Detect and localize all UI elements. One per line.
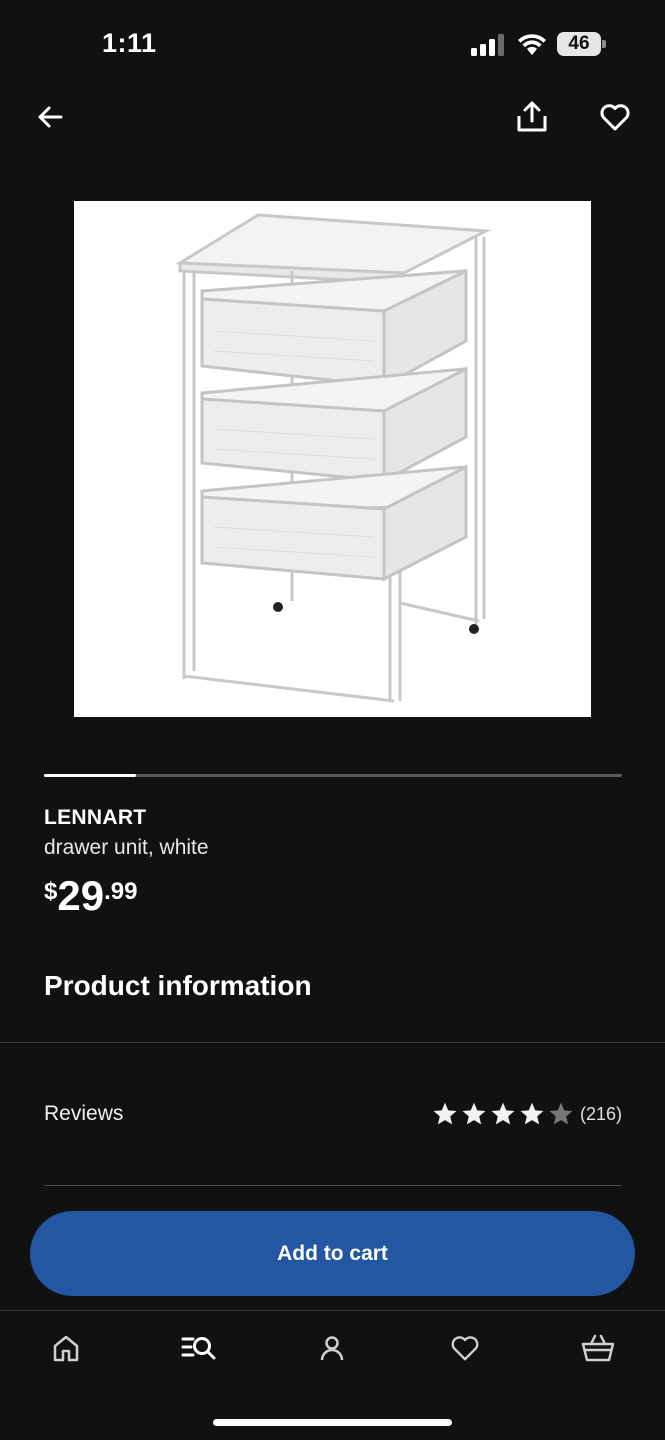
favorite-button[interactable] [593, 95, 637, 139]
tab-profile[interactable] [302, 1325, 362, 1371]
drawer-unit-illustration [175, 213, 492, 703]
tab-favorites[interactable] [435, 1325, 495, 1371]
battery-level: 46 [568, 33, 590, 54]
divider [0, 1042, 665, 1043]
product-name: LENNART [44, 806, 147, 829]
wifi-icon [518, 34, 546, 55]
tab-bar-divider [0, 1310, 665, 1311]
tab-cart[interactable] [568, 1325, 628, 1371]
product-price: $29.99 [44, 872, 137, 920]
back-arrow-icon [38, 106, 63, 128]
product-description: drawer unit, white [44, 836, 209, 859]
product-information-link[interactable]: Product information [44, 970, 312, 1002]
heart-icon [600, 104, 630, 131]
divider [44, 1185, 622, 1186]
star-filled-icon [491, 1102, 515, 1125]
search-list-icon [181, 1337, 216, 1360]
battery-icon: 46 [557, 32, 607, 58]
share-button[interactable] [510, 95, 554, 139]
star-empty-icon [549, 1102, 573, 1125]
basket-icon [581, 1334, 615, 1362]
profile-icon [320, 1336, 344, 1361]
share-icon [517, 101, 547, 132]
heart-icon [451, 1336, 479, 1361]
image-carousel-progress [44, 774, 622, 777]
home-icon [53, 1335, 79, 1362]
star-filled-icon [433, 1102, 457, 1125]
product-image[interactable] [74, 201, 591, 717]
rating-stars[interactable] [431, 1101, 575, 1127]
reviews-label[interactable]: Reviews [44, 1102, 123, 1126]
star-filled-icon [462, 1102, 486, 1125]
price-decimal: .99 [104, 878, 138, 905]
price-currency: $ [44, 878, 58, 905]
back-button[interactable] [28, 95, 72, 139]
review-count: (216) [580, 1104, 623, 1124]
tab-home[interactable] [36, 1325, 96, 1371]
cellular-signal-icon [471, 34, 504, 56]
price-integer: 29 [57, 872, 105, 919]
image-carousel-progress-fill [44, 774, 137, 777]
add-to-cart-button[interactable]: Add to cart [30, 1211, 635, 1296]
home-indicator[interactable] [213, 1419, 452, 1426]
status-time: 1:11 [102, 28, 157, 58]
tab-search[interactable] [169, 1325, 229, 1371]
star-filled-icon [520, 1102, 544, 1125]
